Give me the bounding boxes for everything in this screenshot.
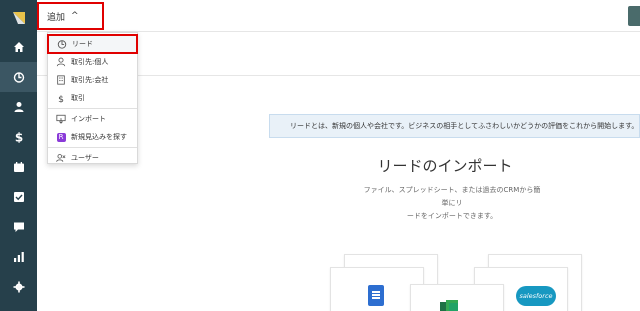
menu-item-deal[interactable]: $ 取引 [48,89,137,107]
nav-deals[interactable]: $ [0,122,37,152]
menu-item-label: 取引先:会社 [71,76,109,84]
top-bar: 追加 ^ [37,0,640,32]
nav-leads[interactable] [0,62,37,92]
salesforce-logo: salesforce [516,286,556,306]
chat-icon [13,222,24,232]
description-line-1: ファイル、スプレッドシート、または過去のCRMから簡単にリ [363,186,541,207]
svg-text:$: $ [58,94,64,103]
sidebar: $ [0,0,37,311]
menu-item-contact-person[interactable]: 取引先:個人 [48,53,137,71]
menu-item-label: インポート [71,115,106,123]
add-button-label: 追加 [47,12,66,23]
leads-icon [13,72,24,83]
app-logo[interactable] [0,0,37,36]
add-button[interactable]: 追加 ^ [37,2,104,30]
salesforce-label: salesforce [519,292,553,300]
person-icon [14,102,23,112]
page-title: リードのインポート [377,157,513,175]
import-icon [56,114,66,124]
person-icon [56,57,66,67]
menu-item-label: リード [72,40,93,48]
menu-item-label: 取引 [71,94,85,102]
nav-settings[interactable] [0,272,37,302]
nav-contacts[interactable] [0,92,37,122]
nav-home[interactable] [0,32,37,62]
bar-chart-icon [13,252,24,262]
chevron-up-icon: ^ [71,11,79,21]
gear-icon [13,281,24,293]
menu-divider [48,147,137,148]
page-description: ファイル、スプレッドシート、または過去のCRMから簡単にリ ードをインポートでき… [362,184,542,223]
dollar-icon: $ [14,131,22,143]
nav-calendar[interactable] [0,152,37,182]
menu-divider [48,108,137,109]
prospect-icon: R [56,132,66,142]
spreadsheet-icon [440,300,458,311]
menu-item-label: 新規見込みを探す [71,133,127,141]
users-icon [56,154,66,162]
menu-item-contact-company[interactable]: 取引先:会社 [48,71,137,89]
lead-icon [57,40,67,49]
menu-item-label: ユーザー [71,154,99,162]
logo-icon [12,12,25,24]
menu-item-import[interactable]: インポート [48,110,137,128]
description-line-2: ードをインポートできます。 [406,212,498,220]
svg-text:$: $ [14,131,22,143]
menu-item-lead[interactable]: リード [47,34,138,54]
side-panel-tab[interactable] [628,6,640,26]
menu-item-label: 取引先:個人 [71,58,109,66]
calendar-icon [13,162,24,172]
banner-text: リードとは、新規の個人や会社です。ビジネスの相手としてふさわしいかどうかの評価を… [290,122,639,130]
add-dropdown-menu: リード 取引先:個人 取引先:会社 $ 取引 インポート R 新規見込みを探す … [47,32,138,164]
menu-item-find-prospects[interactable]: R 新規見込みを探す [48,128,137,146]
building-icon [57,75,65,85]
checkbox-icon [13,192,24,202]
home-icon [13,42,24,52]
dollar-icon: $ [58,94,64,103]
nav-tasks[interactable] [0,182,37,212]
nav-reports[interactable] [0,242,37,272]
menu-item-users[interactable]: ユーザー [48,149,137,167]
nav-communication[interactable] [0,212,37,242]
info-banner: リードとは、新規の個人や会社です。ビジネスの相手としてふさわしいかどうかの評価を… [269,114,640,138]
document-icon [368,285,384,306]
